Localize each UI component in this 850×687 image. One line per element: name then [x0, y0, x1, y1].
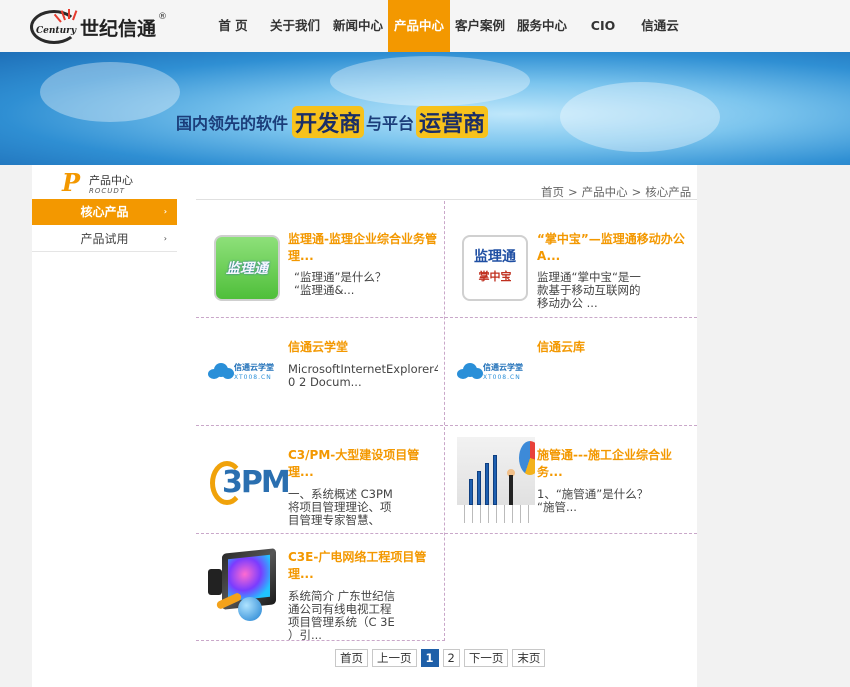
product-card[interactable]: 监理通 监理通-监理企业综合业务管理... “监理通”是什么？ “监理通&... [196, 201, 444, 309]
product-card[interactable]: C3E-广电网络工程项目管理... 系统简介 广东世纪信通公司有线电视工程项目管… [196, 533, 444, 641]
c3pm-logo-icon[interactable]: 3PM [210, 459, 291, 509]
logo-latin: Century [36, 26, 77, 36]
logo-text: 世纪信通 [80, 18, 157, 40]
product-title[interactable]: 信通云学堂 [288, 339, 438, 356]
thumb-logo-url: XT008.CN [483, 374, 521, 381]
monitor-image[interactable] [208, 547, 280, 627]
thumb-logo-text: 监理通 [226, 261, 268, 277]
logo-registered: ® [158, 12, 167, 22]
product-title[interactable]: 监理通-监理企业综合业务管理... [288, 231, 440, 265]
nav-service[interactable]: 服务中心 [510, 0, 574, 52]
slogan-part-3: 与平台 [366, 114, 415, 133]
chart-bar-icon [477, 471, 481, 505]
thumb-logo-text: 掌中宝 [478, 270, 512, 283]
world-map-shape [560, 82, 720, 152]
phone-icon [208, 569, 222, 595]
nav-cloud[interactable]: 信通云 [632, 0, 688, 52]
breadcrumb-current: 核心产品 [645, 185, 692, 199]
product-card[interactable]: 信通云学堂 XT008.CN 信通云学堂 MicrosoftInternetEx… [196, 317, 444, 425]
sidebar: P 产品中心 ROCUDT 核心产品 › 产品试用 › [32, 165, 177, 687]
breadcrumb-separator: > [568, 185, 578, 199]
pager-first-button[interactable]: 首页 [335, 649, 368, 667]
main-nav: 首 页 关于我们 新闻中心 产品中心 客户案例 服务中心 CIO 信通云 [204, 0, 688, 52]
breadcrumb-separator: > [631, 185, 642, 199]
sidebar-item-product-trial[interactable]: 产品试用 › [32, 226, 177, 252]
pager-page-2[interactable]: 2 [442, 649, 460, 667]
product-card[interactable]: 监理通 掌中宝 “掌中宝”—监理通移动办公A... 监理通“掌中宝“是一款基于移… [445, 201, 693, 310]
nav-products[interactable]: 产品中心 [388, 0, 450, 52]
nav-news[interactable]: 新闻中心 [328, 0, 388, 52]
product-card[interactable]: 3PM C3/PM-大型建设项目管理... 一、系统概述 C3PM 将项目管理理… [196, 425, 444, 533]
chevron-right-icon: › [163, 234, 167, 243]
product-desc: “监理通”是什么？ “监理通&... [294, 271, 387, 297]
cloud-icon [457, 363, 483, 379]
cloud-icon [208, 363, 234, 379]
sidebar-item-core-products[interactable]: 核心产品 › [32, 199, 177, 225]
breadcrumb-home[interactable]: 首页 [541, 185, 564, 199]
slogan-part-2: 开发商 [292, 106, 365, 138]
product-grid: 监理通 监理通-监理企业综合业务管理... “监理通”是什么？ “监理通&...… [196, 201, 697, 641]
breadcrumb: 首页 > 产品中心 > 核心产品 [539, 184, 693, 200]
product-desc: MicrosoftInternetExplorer4 0 2 Docum... [288, 363, 438, 389]
world-map-shape [40, 62, 180, 122]
nav-cio[interactable]: CIO [574, 0, 632, 52]
product-desc: 系统简介 广东世纪信通公司有线电视工程项目管理系统（C 3E ）引... [288, 590, 396, 640]
pager-prev-button[interactable]: 上一页 [372, 649, 417, 667]
thumb-logo-text: 监理通 [474, 249, 516, 265]
chart-bar-icon [493, 455, 497, 505]
nav-cases[interactable]: 客户案例 [450, 0, 510, 52]
breadcrumb-divider [196, 199, 697, 200]
product-title[interactable]: “掌中宝”—监理通移动办公A... [537, 231, 687, 265]
sidebar-item-label: 核心产品 [80, 205, 129, 219]
product-title[interactable]: C3/PM-大型建设项目管理... [288, 447, 438, 481]
product-p-icon: P [62, 168, 81, 197]
sidebar-item-label: 产品试用 [80, 232, 129, 246]
chart-bar-icon [469, 479, 473, 505]
logo-spark-icon [53, 8, 78, 23]
slogan-part-1: 国内领先的软件 [176, 114, 289, 133]
pager-next-button[interactable]: 下一页 [463, 649, 509, 667]
thumb-logo-text: 信通云学堂 [483, 363, 523, 372]
breadcrumb-products[interactable]: 产品中心 [582, 185, 628, 199]
product-card[interactable]: 施管通---施工企业综合业务... 1、“施管通”是什么？ “施管... [445, 425, 693, 533]
cloud-school-logo-icon[interactable]: 信通云学堂 XT008.CN [457, 361, 529, 385]
pie-chart-icon [519, 441, 535, 475]
product-card[interactable]: 信通云学堂 XT008.CN 信通云库 [445, 317, 693, 425]
jianlitong-logo-icon[interactable]: 监理通 [214, 235, 280, 301]
company-logo[interactable]: Century 世纪信通 ® [30, 8, 180, 48]
person-body-icon [509, 475, 513, 505]
chevron-right-icon: › [163, 207, 167, 216]
nav-about[interactable]: 关于我们 [262, 0, 328, 52]
product-desc: 一、系统概述 C3PM 将项目管理理论、项目管理专家智慧、BIM ... [288, 488, 393, 528]
floor-tiles [457, 505, 535, 523]
banner-slogan: 国内领先的软件 开发商 与平台 运营商 [176, 98, 490, 138]
product-desc: 监理通“掌中宝“是一款基于移动互联网的移动办公 ... [537, 271, 641, 310]
nav-home[interactable]: 首 页 [204, 0, 262, 52]
sidebar-title: 产品中心 [89, 174, 133, 187]
product-title[interactable]: 信通云库 [537, 339, 687, 356]
product-desc: 1、“施管通”是什么？ “施管... [537, 488, 649, 514]
thumb-logo-text: 信通云学堂 [234, 363, 274, 372]
pager-last-button[interactable]: 末页 [512, 649, 546, 667]
slogan-part-4: 运营商 [416, 106, 489, 138]
pager-page-1[interactable]: 1 [420, 649, 439, 667]
product-title[interactable]: 施管通---施工企业综合业务... [537, 447, 687, 481]
thumb-logo-url: XT008.CN [234, 374, 272, 381]
globe-icon [238, 597, 262, 621]
pagination: 首页 上一页 1 2 下一页 末页 [335, 649, 549, 667]
product-title[interactable]: C3E-广电网络工程项目管理... [288, 549, 438, 583]
sidebar-header: P 产品中心 ROCUDT [62, 171, 172, 199]
sidebar-subtitle: ROCUDT [89, 187, 126, 195]
hero-banner: 国内领先的软件 开发商 与平台 运营商 [0, 52, 850, 165]
thumb-logo-text: 3PM [222, 465, 291, 500]
cloud-school-logo-icon[interactable]: 信通云学堂 XT008.CN [208, 361, 280, 385]
content-wrap: P 产品中心 ROCUDT 核心产品 › 产品试用 › 首页 > 产品中心 > 核心产品… [32, 165, 697, 687]
chart-bar-icon [485, 463, 489, 505]
business-chart-image[interactable] [457, 437, 535, 523]
site-header: Century 世纪信通 ® 首 页 关于我们 新闻中心 产品中心 客户案例 服… [0, 0, 850, 52]
zhangzhongbao-logo-icon[interactable]: 监理通 掌中宝 [462, 235, 528, 301]
